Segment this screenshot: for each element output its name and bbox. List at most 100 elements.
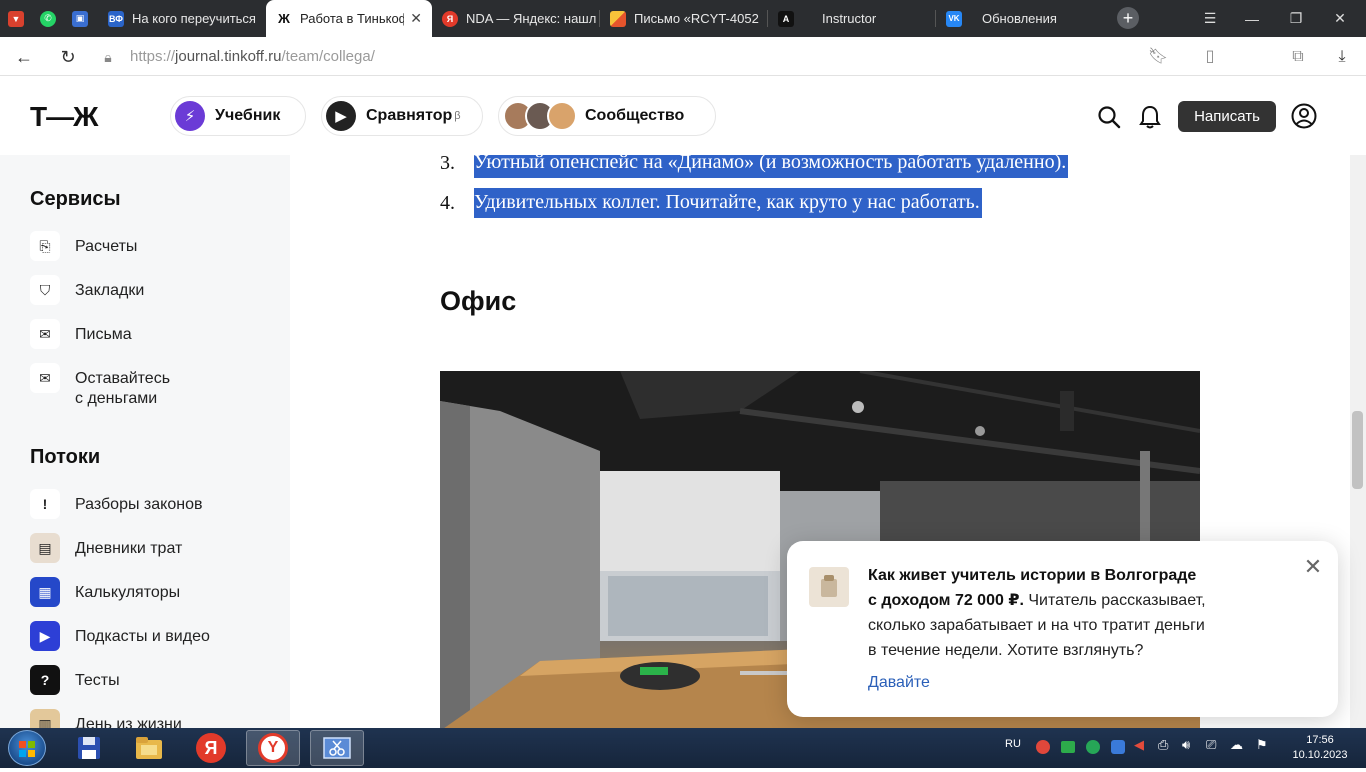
tray-mute-icon[interactable]: ◀ <box>1134 737 1144 753</box>
scrollbar-thumb[interactable] <box>1352 411 1363 489</box>
diary-icon: ▤ <box>30 533 60 563</box>
diary-thumb-icon <box>821 575 837 597</box>
clock-date: 10.10.2023 <box>1292 749 1348 761</box>
popup-close-icon[interactable]: ✕ <box>1301 555 1325 579</box>
scissors-icon <box>323 737 351 759</box>
nav-community[interactable]: Сообщество <box>498 96 716 136</box>
tray-app-icon[interactable] <box>1036 740 1050 754</box>
nav-textbook[interactable]: ⚡︎ Учебник <box>170 96 306 136</box>
restore-icon[interactable]: ❐ <box>1276 0 1316 37</box>
sidebar-item-calculations[interactable]: ⎘ Расчеты <box>30 231 137 261</box>
tab-label: Работа в Тинькофф <box>300 11 404 26</box>
tray-usb-icon[interactable]: ⎙ <box>1158 737 1168 753</box>
taskbar-yandex-browser[interactable]: Y <box>246 730 300 766</box>
reload-icon[interactable]: ↻ <box>56 45 80 69</box>
tab-vk-updates[interactable]: VK Обновления <box>936 0 1102 37</box>
streams-heading: Потоки <box>30 446 101 468</box>
address-bar: ← ↻ 🔒︎ https://journal.tinkoff.ru/team/c… <box>0 37 1366 103</box>
popup-text: Как живет учитель истории в Волгограде с… <box>868 563 1268 663</box>
calculator-icon: ▦ <box>30 577 60 607</box>
nav-community-label: Сообщество <box>585 107 685 124</box>
bookmark-page-icon[interactable]: 🔖︎ <box>1146 45 1170 69</box>
taskbar-snipping-tool[interactable] <box>310 730 364 766</box>
back-icon[interactable]: ← <box>12 45 36 69</box>
sidebar-item-label: Калькуляторы <box>75 584 181 601</box>
sidebar-item-bookmarks[interactable]: ⛉ Закладки <box>30 275 144 305</box>
sidebar-item-stay-with-money[interactable]: ✉ Оставайтесь с деньгами <box>30 363 170 409</box>
extension-icon[interactable]: ▯ <box>1198 45 1222 69</box>
menu-icon[interactable]: ☰ <box>1190 0 1230 37</box>
tab-retrain[interactable]: ВФ На кого переучиться <box>98 0 264 37</box>
mail-icon <box>610 10 626 27</box>
tray-volume-icon[interactable]: 🔊︎ <box>1182 737 1190 753</box>
tab-label: NDA — Яндекс: нашл <box>466 11 597 26</box>
whatsapp-icon: ✆ <box>40 10 56 27</box>
pinned-tab-whatsapp[interactable]: ✆ <box>32 0 64 37</box>
tray-cloud-icon[interactable]: ☁ <box>1230 737 1243 753</box>
minimize-icon[interactable]: — <box>1232 0 1272 37</box>
pinned-tab-bookmarks[interactable]: ▣ <box>64 0 98 37</box>
lock-icon[interactable]: 🔒︎ <box>96 45 120 69</box>
label-line: с деньгами <box>75 390 158 407</box>
sidebar-item-spending-diaries[interactable]: ▤ Дневники трат <box>30 533 182 563</box>
tab-instructor[interactable]: A Instructor <box>768 0 934 37</box>
download-icon[interactable]: ⤓ <box>1330 45 1354 69</box>
nav-comparator[interactable]: ▶ Сравнятор β <box>321 96 483 136</box>
tab-tinkoff-job[interactable]: Ж Работа в Тинькофф ✕ <box>266 0 432 37</box>
selected-text[interactable]: Уютный опенспейс на «Динамо» (и возможно… <box>474 155 1069 178</box>
sidebar-item-law-reviews[interactable]: ! Разборы законов <box>30 489 202 519</box>
pinned-tab-app[interactable]: ▼ <box>0 0 32 37</box>
language-indicator[interactable]: RU <box>1005 738 1021 750</box>
play-icon: ▶ <box>30 621 60 651</box>
tab-label: На кого переучиться <box>132 11 256 26</box>
floppy-icon <box>78 737 100 759</box>
tab-yandex-nda[interactable]: Я NDA — Яндекс: нашл <box>432 0 598 37</box>
sidebar: Сервисы ⎘ Расчеты ⛉ Закладки ✉ Письма ✉ … <box>0 155 290 728</box>
tj-icon: Ж <box>276 10 292 27</box>
profile-icon[interactable] <box>1291 103 1317 129</box>
list-number: 3. <box>440 155 455 174</box>
url-field[interactable]: https://journal.tinkoff.ru/team/collega/ <box>130 48 375 65</box>
tray-flag-icon[interactable]: ⚑ <box>1256 737 1268 753</box>
taskbar-yandex[interactable]: Я <box>184 730 238 766</box>
clock-time: 17:56 <box>1306 734 1334 746</box>
vf-icon: ВФ <box>108 10 124 27</box>
bell-icon[interactable] <box>1139 104 1161 130</box>
site-logo[interactable]: Т—Ж <box>30 101 98 133</box>
new-tab-button[interactable]: + <box>1117 7 1139 29</box>
sidebar-item-tests[interactable]: ? Тесты <box>30 665 120 695</box>
selected-text[interactable]: Удивительных коллег. Почитайте, как крут… <box>474 188 982 218</box>
list-number: 4. <box>440 192 455 214</box>
avatar <box>547 101 577 131</box>
start-button[interactable] <box>8 730 46 766</box>
sidebar-item-label: Тесты <box>75 672 120 689</box>
sidebar-item-calculators[interactable]: ▦ Калькуляторы <box>30 577 180 607</box>
tab-label: Письмо «RCYT-4052 <box>634 11 759 26</box>
speech-exclaim-icon: ! <box>30 489 60 519</box>
sidebar-item-letters[interactable]: ✉ Письма <box>30 319 132 349</box>
sidebar-item-label: Разборы законов <box>75 496 203 513</box>
tray-network-app-icon[interactable] <box>1111 740 1125 754</box>
tray-kaspersky-icon[interactable] <box>1086 740 1100 754</box>
close-window-icon[interactable]: ✕ <box>1320 0 1360 37</box>
write-button[interactable]: Написать <box>1178 101 1276 132</box>
nav-textbook-label: Учебник <box>215 107 281 124</box>
tray-mail-icon[interactable] <box>1061 741 1075 753</box>
question-icon: ? <box>30 665 60 695</box>
envelope-icon: ✉ <box>30 319 60 349</box>
tab-mail[interactable]: Письмо «RCYT-4052 <box>600 0 766 37</box>
tab-close-icon[interactable]: ✕ <box>410 10 422 27</box>
label-line: Оставайтесь <box>75 370 171 387</box>
tray-network-icon[interactable]: ⎚ <box>1206 737 1216 753</box>
search-icon[interactable] <box>1097 105 1121 129</box>
taskbar-save-app[interactable] <box>62 730 116 766</box>
screenshot-icon[interactable]: ⧉ <box>1286 45 1310 69</box>
taskbar-explorer[interactable] <box>122 730 176 766</box>
taskbar-clock[interactable]: 17:56 10.10.2023 <box>1288 733 1352 763</box>
popup-accept-link[interactable]: Давайте <box>868 674 930 692</box>
folder-icon <box>136 737 162 759</box>
sidebar-item-day-in-life[interactable]: ▥ День из жизни <box>30 709 182 728</box>
sidebar-item-label: Закладки <box>75 282 145 299</box>
sidebar-item-podcasts[interactable]: ▶ Подкасты и видео <box>30 621 210 651</box>
nav-comparator-label: Сравнятор <box>366 107 453 124</box>
